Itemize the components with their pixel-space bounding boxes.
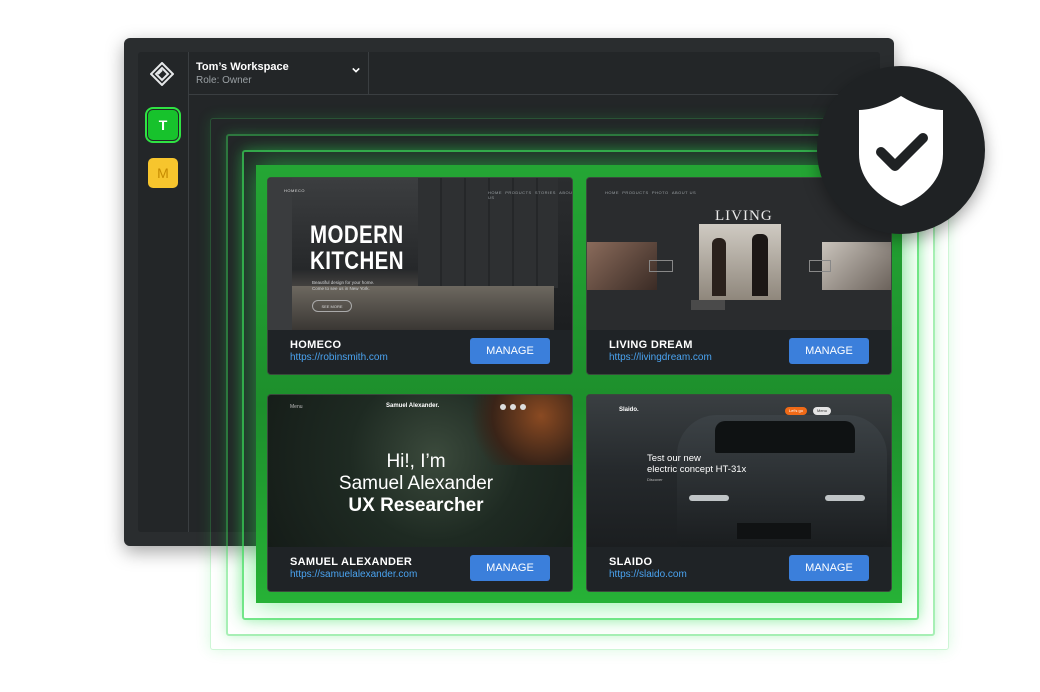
site-card-slaido[interactable]: Slaido. Let’s go Menu Test our new elect… [586,394,892,592]
preview-brand: Samuel Alexander. [386,403,440,409]
preview-menu: Menu [290,404,303,410]
site-url[interactable]: https://robinsmith.com [290,352,388,363]
preview-headline-2: KITCHEN [310,247,404,275]
sidebar-rail: T M [138,52,189,532]
preview-line-1: Test our new [647,453,701,464]
manage-button[interactable]: MANAGE [789,338,869,364]
shield-check-icon [859,96,943,206]
site-preview-slaido: Slaido. Let’s go Menu Test our new elect… [587,395,891,547]
workspace-avatar-t[interactable]: T [145,107,181,143]
site-name: SLAIDO [609,556,653,568]
diamond-logo-icon[interactable] [150,62,174,86]
preview-pill: Let’s go [785,407,807,415]
preview-cta: Discover [647,477,663,482]
preview-menu: Menu [813,407,832,415]
card-footer: SLAIDO https://slaido.com MANAGE [587,547,891,591]
workspace-avatar-m[interactable]: M [148,158,178,188]
security-badge [817,66,985,234]
manage-button[interactable]: MANAGE [470,555,550,581]
site-card-homeco[interactable]: HOMECO HOME PRODUCTS STORIES ABOUT US MO… [267,177,573,375]
site-name: LIVING DREAM [609,339,693,351]
card-footer: LIVING DREAM https://livingdream.com MAN… [587,330,891,374]
card-footer: SAMUEL ALEXANDER https://samuelalexander… [268,547,572,591]
chevron-down-icon[interactable] [352,66,360,74]
preview-nav: HOME PRODUCTS STORIES ABOUT US [488,190,572,200]
preview-line-2: Samuel Alexander [338,473,494,494]
card-footer: HOMECO https://robinsmith.com MANAGE [268,330,572,374]
preview-brand: HOMECO [284,188,305,193]
workspace-switcher[interactable]: Tom’s Workspace Role: Owner [188,52,369,94]
preview-line-2: electric concept HT-31x [647,464,747,475]
avatar-letter: M [157,165,169,181]
preview-nav: HOME PRODUCTS PHOTO ABOUT US [605,190,697,195]
site-url[interactable]: https://livingdream.com [609,352,712,363]
manage-button[interactable]: MANAGE [470,338,550,364]
site-url[interactable]: https://slaido.com [609,569,687,580]
preview-cta: SEE MORE [312,300,352,312]
preview-brand: Slaido. [619,407,639,413]
site-name: HOMECO [290,339,342,351]
preview-line-1: Hi!, I’m [386,451,446,472]
avatar-letter: T [158,117,168,133]
preview-sub-2: Come to see us in New York. [312,286,370,291]
top-bar: Tom’s Workspace Role: Owner [188,52,880,95]
workspace-role: Role: Owner [196,75,252,86]
workspace-name: Tom’s Workspace [196,61,289,73]
site-preview-samuel-alexander: Menu Samuel Alexander. Hi!, I’m Samuel A… [268,395,572,547]
preview-headline: LIVING [715,208,773,224]
site-card-samuel-alexander[interactable]: Menu Samuel Alexander. Hi!, I’m Samuel A… [267,394,573,592]
sites-grid: HOMECO HOME PRODUCTS STORIES ABOUT US MO… [256,165,902,603]
preview-headline-1: MODERN [310,221,404,249]
preview-line-3: UX Researcher [348,495,484,516]
site-name: SAMUEL ALEXANDER [290,556,413,568]
site-preview-homeco: HOMECO HOME PRODUCTS STORIES ABOUT US MO… [268,178,572,330]
site-url[interactable]: https://samuelalexander.com [290,569,417,580]
manage-button[interactable]: MANAGE [789,555,869,581]
